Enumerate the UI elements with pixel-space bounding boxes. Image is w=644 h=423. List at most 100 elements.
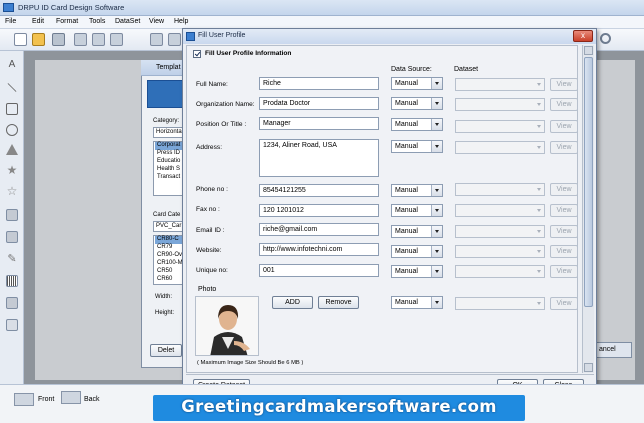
menu-view[interactable]: View <box>149 18 164 25</box>
shape-tool-icon[interactable]: ☆ <box>6 185 18 197</box>
fill-profile-checkbox[interactable] <box>193 50 201 58</box>
back-tab-label[interactable]: Back <box>84 396 100 403</box>
photo-view-button[interactable]: View <box>550 297 578 310</box>
card-size-item[interactable]: CR80-C <box>157 236 179 242</box>
scroll-thumb[interactable] <box>584 57 593 307</box>
position-dataset-select[interactable] <box>455 120 545 133</box>
front-tab-label[interactable]: Front <box>38 396 54 403</box>
card-size-item[interactable]: CR79 <box>157 244 172 250</box>
phone-input[interactable]: 85454121255 <box>259 184 379 197</box>
email-dataset-select[interactable] <box>455 225 545 238</box>
full-name-source-select[interactable]: Manual <box>391 77 443 90</box>
email-input[interactable]: riche@gmail.com <box>259 223 379 236</box>
text-tool-icon[interactable]: A <box>6 59 18 71</box>
organization-dataset-select[interactable] <box>455 98 545 111</box>
category-item[interactable]: Corporat <box>157 142 180 148</box>
unique-no-input[interactable]: 001 <box>259 264 379 277</box>
category-select[interactable]: Horizonta <box>153 127 185 138</box>
card-size-item[interactable]: CR60 <box>157 276 172 282</box>
unique-no-source-select[interactable]: Manual <box>391 265 443 278</box>
picture-tool-icon[interactable] <box>6 297 18 309</box>
rectangle-tool-icon[interactable] <box>6 103 18 115</box>
fax-input[interactable]: 120 1201012 <box>259 204 379 217</box>
phone-source-select[interactable]: Manual <box>391 184 443 197</box>
card-size-item[interactable]: CR90-Ov <box>157 252 182 258</box>
full-name-view-button[interactable]: View <box>550 78 578 91</box>
email-source-select[interactable]: Manual <box>391 225 443 238</box>
image-tool-icon[interactable] <box>6 209 18 221</box>
unique-no-dataset-select[interactable] <box>455 265 545 278</box>
menu-format[interactable]: Format <box>56 18 78 25</box>
signature-tool-icon[interactable]: ✎ <box>6 253 18 265</box>
front-page-icon[interactable] <box>14 393 34 406</box>
dialog-scrollbar[interactable] <box>582 45 594 373</box>
category-item[interactable]: Press ID <box>157 150 180 156</box>
website-view-button[interactable]: View <box>550 245 578 258</box>
card-size-item[interactable]: CR50 <box>157 268 172 274</box>
watermark-tool-icon[interactable] <box>6 319 18 331</box>
chevron-down-icon <box>534 121 544 132</box>
photo-source-select[interactable]: Manual <box>391 296 443 309</box>
category-item[interactable]: Educatio <box>157 158 180 164</box>
open-folder-icon[interactable] <box>32 33 45 46</box>
scroll-down-icon[interactable] <box>584 363 593 372</box>
website-dataset-select[interactable] <box>455 245 545 258</box>
category-item[interactable]: Health S <box>157 166 180 172</box>
position-source-select[interactable]: Manual <box>391 118 443 131</box>
full-name-input[interactable]: Riche <box>259 77 379 90</box>
zoom-icon[interactable] <box>600 33 611 44</box>
menu-file[interactable]: File <box>5 18 16 25</box>
address-dataset-select[interactable] <box>455 141 545 154</box>
template-cancel-button[interactable]: ancel <box>592 342 632 358</box>
print-icon[interactable] <box>150 33 163 46</box>
website-source-value: Manual <box>395 248 418 255</box>
export-icon[interactable] <box>110 33 123 46</box>
full-name-dataset-select[interactable] <box>455 78 545 91</box>
photo-remove-button[interactable]: Remove <box>318 296 359 309</box>
chevron-down-icon <box>431 266 442 277</box>
template-delete-button[interactable]: Delet <box>150 344 182 357</box>
scroll-up-icon[interactable] <box>584 46 593 55</box>
triangle-tool-icon[interactable] <box>6 144 18 155</box>
website-input[interactable]: http://www.infotechni.com <box>259 243 379 256</box>
fax-source-select[interactable]: Manual <box>391 204 443 217</box>
menu-dataset[interactable]: DataSet <box>115 18 140 25</box>
chevron-down-icon <box>431 205 442 216</box>
card-category-select[interactable]: PVC_Car <box>153 221 185 232</box>
category-item[interactable]: Transact <box>157 174 180 180</box>
save-as-icon[interactable] <box>74 33 87 46</box>
organization-input[interactable]: Prodata Doctor <box>259 97 379 110</box>
photo-dataset-select[interactable] <box>455 297 545 310</box>
line-tool-icon[interactable] <box>7 82 17 93</box>
data-source-header: Data Source: <box>391 66 432 73</box>
phone-dataset-select[interactable] <box>455 183 545 196</box>
edit-icon[interactable] <box>92 33 105 46</box>
library-tool-icon[interactable] <box>6 231 18 243</box>
menu-edit[interactable]: Edit <box>32 18 44 25</box>
organization-source-select[interactable]: Manual <box>391 97 443 110</box>
star-tool-icon[interactable]: ★ <box>6 164 18 176</box>
back-page-icon[interactable] <box>61 391 81 404</box>
menu-tools[interactable]: Tools <box>89 18 105 25</box>
new-file-icon[interactable] <box>14 33 27 46</box>
barcode-tool-icon[interactable] <box>6 275 18 287</box>
unique-no-view-button[interactable]: View <box>550 265 578 278</box>
print-preview-icon[interactable] <box>168 33 181 46</box>
address-source-select[interactable]: Manual <box>391 140 443 153</box>
save-icon[interactable] <box>52 33 65 46</box>
organization-view-button[interactable]: View <box>550 98 578 111</box>
fax-dataset-select[interactable] <box>455 204 545 217</box>
photo-add-button[interactable]: ADD <box>272 296 313 309</box>
dialog-close-icon[interactable]: x <box>573 30 593 42</box>
fax-view-button[interactable]: View <box>550 204 578 217</box>
card-size-item[interactable]: CR100-M <box>157 260 183 266</box>
phone-view-button[interactable]: View <box>550 183 578 196</box>
address-view-button[interactable]: View <box>550 141 578 154</box>
website-source-select[interactable]: Manual <box>391 245 443 258</box>
ellipse-tool-icon[interactable] <box>6 124 18 136</box>
email-view-button[interactable]: View <box>550 225 578 238</box>
menu-help[interactable]: Help <box>174 18 188 25</box>
position-view-button[interactable]: View <box>550 120 578 133</box>
address-textarea[interactable]: 1234, Aliner Road, USA <box>259 139 379 177</box>
position-input[interactable]: Manager <box>259 117 379 130</box>
